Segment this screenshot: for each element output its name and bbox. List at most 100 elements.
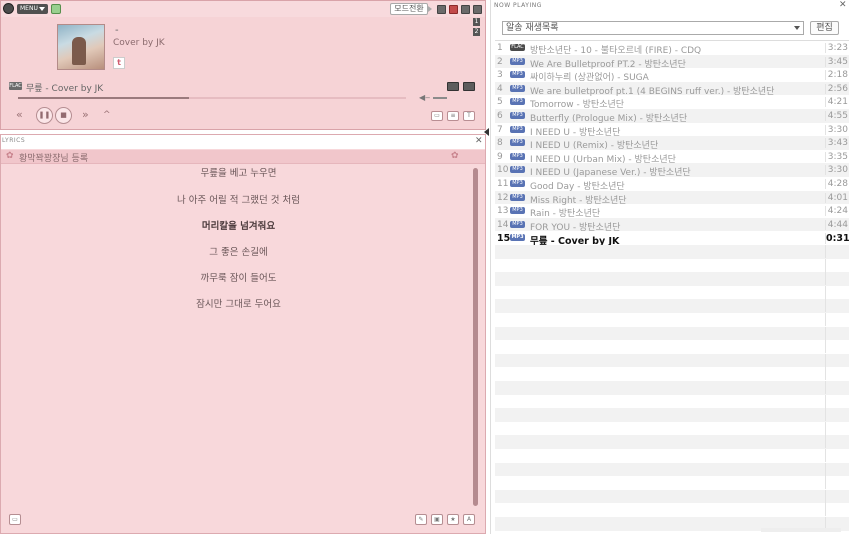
equalizer-icon[interactable] — [463, 82, 475, 91]
track-row[interactable]: 4 MP3 We are bulletproof pt.1 (4 BEGINS ru… — [495, 81, 849, 97]
favorite-icon[interactable]: ✿ — [451, 151, 459, 161]
duration-column-divider — [825, 462, 849, 476]
duration-column-divider — [825, 313, 849, 326]
track-row[interactable]: 13 MP3 Rain - 방탄소년단 4:24 — [495, 204, 849, 219]
track-number: 6 — [497, 111, 503, 121]
track-number: 12 — [497, 192, 509, 203]
empty-row — [495, 353, 849, 368]
chevron-down-icon — [794, 26, 800, 30]
close-icon[interactable]: ✕ — [475, 136, 483, 146]
format-badge: MP3 — [510, 84, 525, 92]
open-file-icon[interactable]: ▭ — [431, 111, 443, 121]
track-row[interactable]: 5 MP3 Tomorrow - 방탄소년단 4:21 — [495, 95, 849, 110]
lyrics-scrollbar[interactable] — [473, 168, 478, 506]
playlist-toggle-icon[interactable] — [437, 5, 446, 14]
duration-column-divider — [825, 353, 849, 367]
duration-column-divider — [825, 476, 849, 490]
edit-button[interactable]: 편집 — [810, 21, 839, 35]
now-playing-row: FLAC 무릎 - Cover by JK — [9, 81, 479, 94]
playlist-select-value: 알송 재생목록 — [506, 23, 559, 33]
progress-fill — [18, 97, 189, 99]
visualizer-icon[interactable] — [447, 82, 459, 91]
resize-grip[interactable] — [761, 528, 841, 532]
menu-button-label: MENU — [20, 5, 38, 12]
duration-column-divider — [825, 245, 849, 258]
next-button[interactable]: » — [82, 108, 89, 121]
track-number: 11 — [497, 179, 509, 189]
track-duration: 3:30 — [825, 124, 849, 135]
duration-column-divider — [825, 421, 849, 435]
expand-button[interactable]: ^ — [103, 110, 111, 120]
track-duration: 4:01 — [825, 192, 849, 203]
track-row[interactable]: 10 MP3 I NEED U (Japanese Ver.) - 방탄소년단 3:3… — [495, 163, 849, 178]
track-number: 8 — [497, 138, 503, 149]
star-icon[interactable]: ★ — [447, 514, 459, 525]
track-row[interactable]: 15 MP3 무릎 - Cover by JK 0:31 — [495, 231, 850, 247]
stop-button[interactable]: ■ — [55, 107, 72, 124]
skin-button[interactable] — [51, 4, 61, 14]
track-row[interactable]: 7 MP3 I NEED U - 방탄소년단 3:30 — [495, 123, 849, 138]
track-row[interactable]: 12 MP3 Miss Right - 방탄소년단 4:01 — [495, 190, 849, 206]
track-number: 2 — [497, 56, 503, 67]
list-icon[interactable]: ≡ — [447, 111, 459, 121]
side-number-2[interactable]: 2 — [473, 28, 480, 36]
track-duration: 3:45 — [825, 56, 849, 67]
empty-row — [495, 326, 849, 341]
lyrics-credit[interactable]: 황막꽉꽝쟝님 등록 — [19, 151, 88, 164]
pause-button[interactable]: ❚❚ — [36, 107, 53, 124]
empty-row — [495, 503, 849, 517]
duration-column-divider — [825, 367, 849, 381]
track-row[interactable]: 11 MP3 Good Day - 방탄소년단 4:28 — [495, 177, 849, 192]
format-badge: MP3 — [510, 220, 525, 228]
track-row[interactable]: 6 MP3 Butterfly (Prologue Mix) - 방탄소년단 4:55 — [495, 109, 849, 124]
twitter-share-button[interactable]: t — [113, 57, 125, 69]
filter-icon[interactable]: T — [463, 111, 475, 121]
lyrics-header-title: LYRICS — [2, 137, 26, 144]
track-duration: 3:35 — [825, 151, 849, 162]
lyrics-toggle-icon[interactable] — [449, 5, 458, 14]
track-row[interactable]: 8 MP3 I NEED U (Remix) - 방탄소년단 3:43 — [495, 136, 849, 151]
format-badge: MP3 — [510, 125, 525, 133]
volume-slider[interactable] — [433, 97, 447, 99]
duration-column-divider — [825, 435, 849, 449]
track-number: 5 — [497, 97, 503, 108]
track-row[interactable]: 14 MP3 FOR YOU - 방탄소년단 4:44 — [495, 217, 849, 233]
edit-icon[interactable]: ✎ — [415, 514, 427, 525]
lyric-line: 나 아주 어릴 적 그랬던 것 처럼 — [177, 195, 300, 206]
prev-button[interactable]: « — [16, 108, 23, 121]
track-row[interactable]: 1 FLAC 방탄소년단 - 10 - 불타오르네 (FIRE) - CDQ 3:23 — [495, 41, 849, 56]
duration-column-divider — [825, 326, 849, 340]
track-number: 7 — [497, 124, 503, 135]
track-row[interactable]: 9 MP3 I NEED U (Urban Mix) - 방탄소년단 3:35 — [495, 150, 849, 165]
track-number: 13 — [497, 206, 509, 217]
album-art[interactable] — [57, 24, 105, 70]
track-row[interactable]: 3 MP3 싸이하누릐 (상관없어) - SUGA 2:18 — [495, 68, 849, 83]
progress-bar[interactable] — [18, 97, 406, 99]
album-art-figure — [72, 37, 86, 65]
close-icon[interactable]: ✕ — [839, 0, 847, 10]
close-icon[interactable] — [473, 5, 482, 14]
save-icon[interactable]: ▣ — [431, 514, 443, 525]
track-duration: 4:44 — [825, 219, 849, 230]
volume-icon[interactable]: ◀‒ — [419, 93, 430, 102]
format-badge: MP3 — [510, 180, 525, 187]
font-icon[interactable]: A — [463, 514, 475, 525]
empty-row — [495, 421, 849, 436]
menu-button[interactable]: MENU — [17, 4, 48, 14]
track-row[interactable]: 2 MP3 We Are Bulletproof PT.2 - 방탄소년단 3:45 — [495, 54, 849, 70]
format-badge: MP3 — [510, 112, 525, 119]
song-artist: Cover by JK — [113, 38, 165, 48]
track-number: 9 — [497, 151, 503, 162]
track-duration: 4:21 — [825, 97, 849, 108]
now-playing-title: 무릎 - Cover by JK — [26, 84, 104, 94]
mode-switch-button[interactable]: 모드전환 — [390, 3, 432, 15]
sync-icon[interactable]: ▭ — [9, 514, 21, 525]
side-number-1[interactable]: 1 — [473, 18, 480, 26]
playlist-select[interactable]: 알송 재생목록 — [502, 21, 804, 35]
track-duration: 2:56 — [825, 83, 849, 94]
app-logo-icon[interactable] — [3, 3, 14, 14]
minimize-icon[interactable] — [461, 5, 470, 14]
format-badge: MP3 — [510, 193, 525, 201]
duration-column-divider — [825, 503, 849, 517]
track-number: 3 — [497, 70, 503, 81]
